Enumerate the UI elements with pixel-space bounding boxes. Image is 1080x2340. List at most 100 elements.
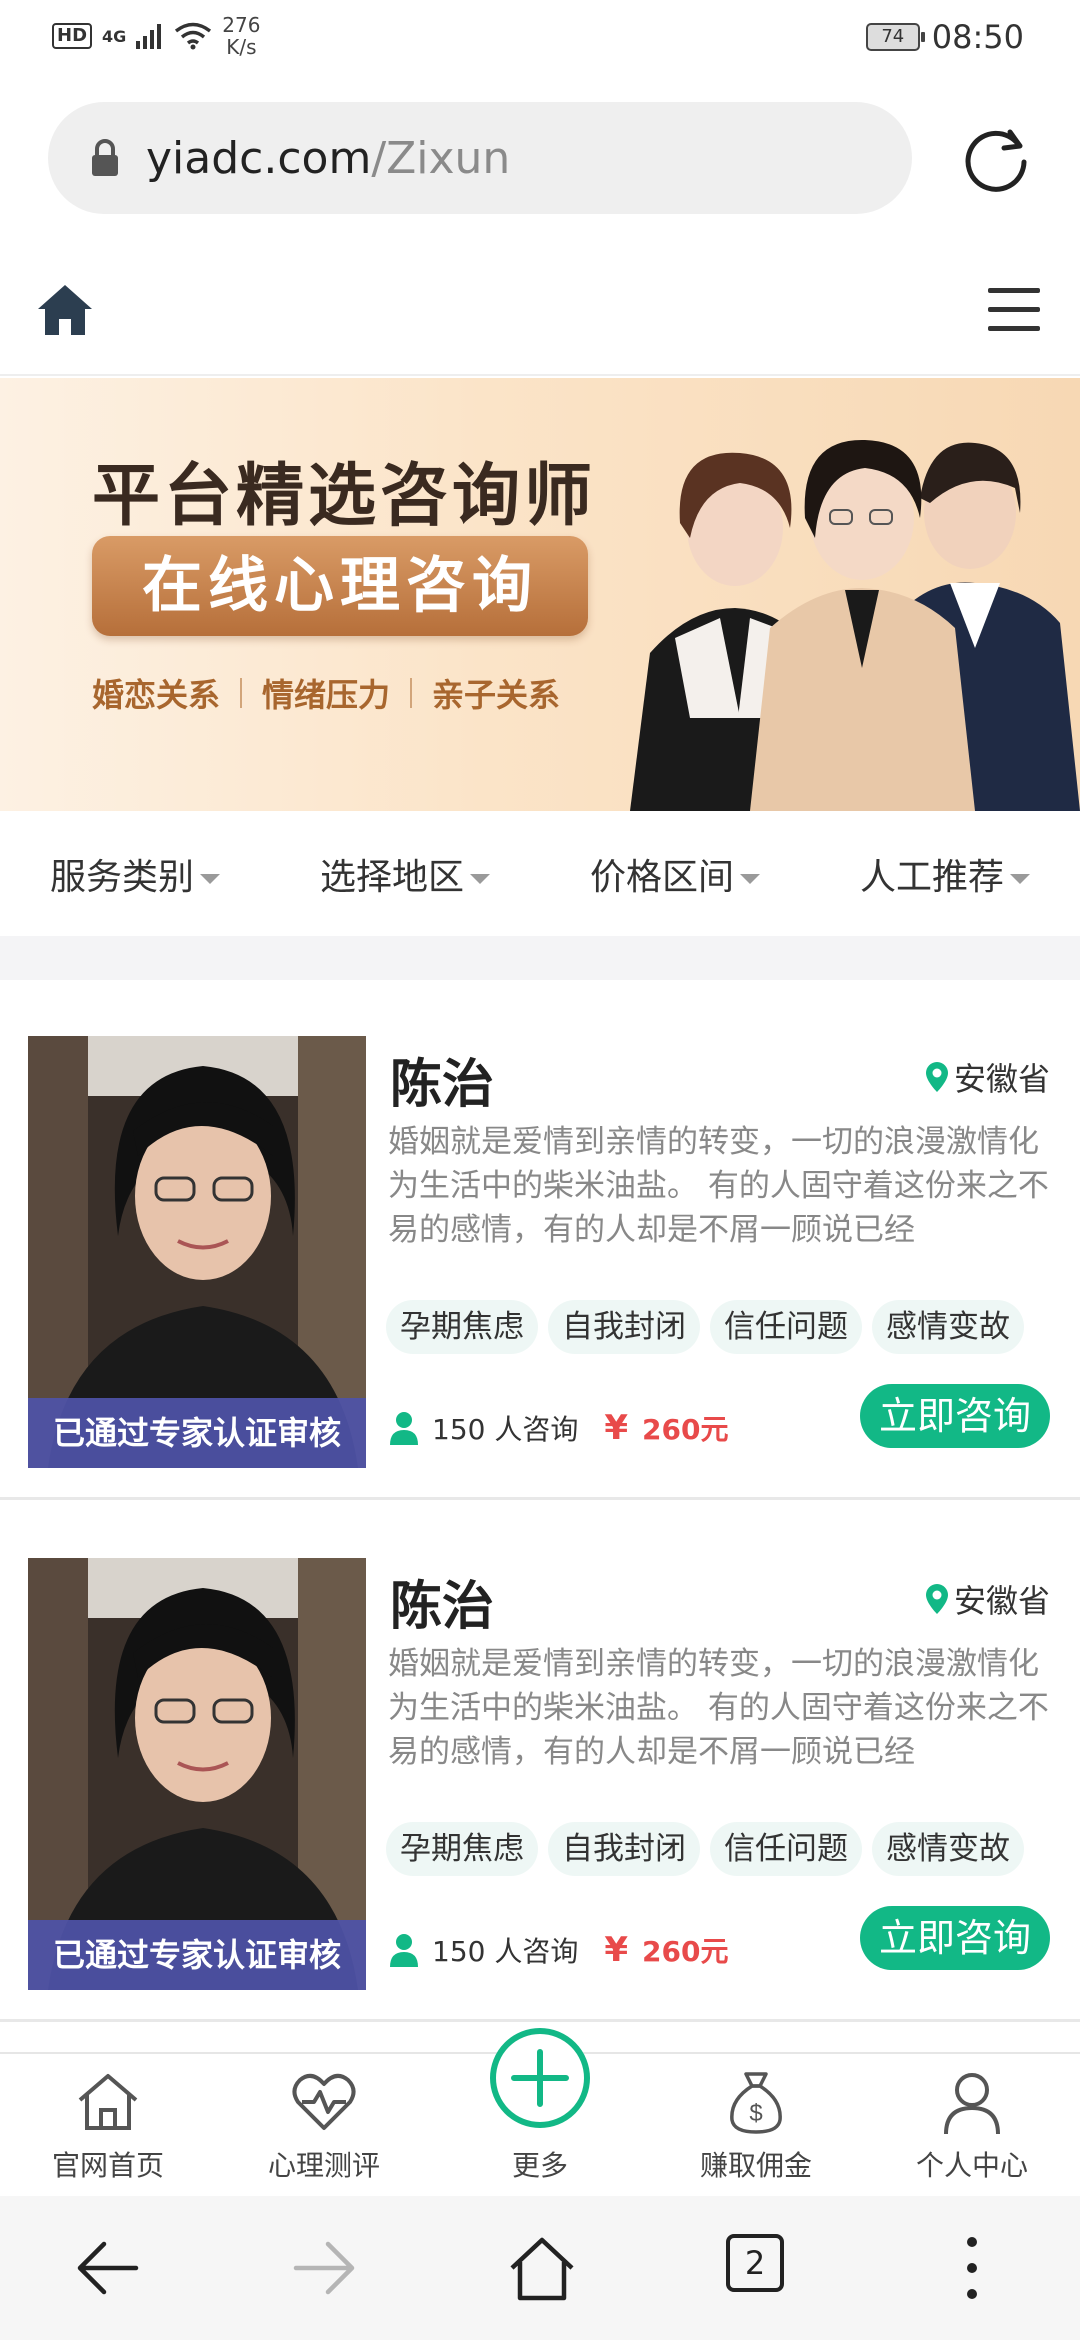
filter-region[interactable]: 选择地区 xyxy=(270,848,540,900)
url-text[interactable]: yiadc.com/Zixun xyxy=(146,133,510,184)
nav-label: 官网首页 xyxy=(51,2149,164,2182)
filter-recommend[interactable]: 人工推荐 xyxy=(810,848,1080,900)
caret-down-icon xyxy=(200,874,220,884)
home-icon[interactable] xyxy=(36,282,94,338)
network-label: 4G xyxy=(102,26,127,46)
counselor-card[interactable]: 已通过专家认证审核 陈治 安徽省 婚姻就是爱情到亲情的转变，一切的浪漫激情化为生… xyxy=(0,1502,1080,2022)
specialty-tag[interactable]: 孕期焦虑 xyxy=(386,1822,538,1876)
person-icon xyxy=(390,1934,418,1967)
price: ¥260元 xyxy=(604,1408,728,1448)
reload-icon[interactable] xyxy=(960,122,1032,194)
more-plus-button[interactable] xyxy=(490,2028,590,2128)
banner-title: 平台精选咨询师 xyxy=(92,456,597,536)
wifi-icon xyxy=(175,22,212,50)
location-text: 安徽省 xyxy=(953,1582,1050,1620)
filter-service-category[interactable]: 服务类别 xyxy=(0,848,270,900)
tag-list: 孕期焦虑 自我封闭 信任问题 感情变故 xyxy=(386,1822,1054,1884)
nav-label: 赚取佣金 xyxy=(699,2149,812,2182)
status-right: 74 08:50 xyxy=(865,18,1024,56)
forward-button[interactable] xyxy=(216,2196,432,2340)
specialty-tag[interactable]: 孕期焦虑 xyxy=(386,1300,538,1354)
nav-home[interactable]: 官网首页 xyxy=(0,2054,216,2196)
url-path: /Zixun xyxy=(371,132,511,184)
battery-indicator: 74 xyxy=(865,23,925,51)
address-bar[interactable]: yiadc.com/Zixun xyxy=(48,102,912,214)
counselor-description: 婚姻就是爱情到亲情的转变，一切的浪漫激情化为生活中的柴米油盐。 有的人固守着这份… xyxy=(388,1646,1049,1770)
browser-home-button[interactable] xyxy=(432,2196,648,2340)
caret-down-icon xyxy=(1010,874,1030,884)
home-outline-icon xyxy=(78,2074,138,2130)
filter-bar: 服务类别 选择地区 价格区间 人工推荐 xyxy=(0,812,1080,936)
tabs-button[interactable]: 2 xyxy=(648,2196,864,2340)
promo-banner[interactable]: 平台精选咨询师 在线心理咨询 婚恋关系 情绪压力 亲子关系 xyxy=(0,378,1080,811)
counselor-card[interactable]: 已通过专家认证审核 陈治 安徽省 婚姻就是爱情到亲情的转变，一切的浪漫激情化为生… xyxy=(0,980,1080,1500)
arrow-left-icon xyxy=(77,2241,139,2295)
specialty-tag[interactable]: 自我封闭 xyxy=(548,1822,700,1876)
banner-tag: 亲子关系 xyxy=(432,676,561,714)
heart-pulse-icon xyxy=(292,2073,356,2130)
arrow-right-icon xyxy=(293,2241,355,2295)
clock: 08:50 xyxy=(931,18,1024,56)
counselor-name: 陈治 xyxy=(390,1055,495,1115)
specialty-tag[interactable]: 感情变故 xyxy=(872,1300,1024,1354)
location-pin-icon xyxy=(925,1062,948,1092)
banner-tags: 婚恋关系 情绪压力 亲子关系 xyxy=(92,670,560,716)
location-pin-icon xyxy=(925,1584,948,1614)
specialty-tag[interactable]: 信任问题 xyxy=(710,1300,862,1354)
svg-text:$: $ xyxy=(749,2100,762,2127)
nav-label: 心理测评 xyxy=(267,2149,380,2182)
speed-unit: K/s xyxy=(226,35,257,59)
nav-profile[interactable]: 个人中心 xyxy=(864,2054,1080,2196)
counselor-photo[interactable]: 已通过专家认证审核 xyxy=(28,1036,366,1468)
counselor-photo[interactable]: 已通过专家认证审核 xyxy=(28,1558,366,1990)
counselor-name: 陈治 xyxy=(390,1577,495,1637)
specialty-tag[interactable]: 感情变故 xyxy=(872,1822,1024,1876)
specialty-tag[interactable]: 自我封闭 xyxy=(548,1300,700,1354)
card-stats: 150 人咨询 ¥260元 xyxy=(388,1930,728,1970)
caret-down-icon xyxy=(740,874,760,884)
price: ¥260元 xyxy=(604,1930,728,1970)
location-text: 安徽省 xyxy=(953,1060,1050,1098)
yen-icon: ¥ xyxy=(604,1408,629,1448)
signal-icon xyxy=(136,24,162,49)
menu-icon[interactable] xyxy=(988,288,1040,334)
counselor-location: 安徽省 xyxy=(925,1054,1050,1100)
site-header xyxy=(0,250,1080,376)
counselors-photo xyxy=(630,439,1080,811)
consult-count: 150 人咨询 xyxy=(432,1413,579,1446)
filter-label: 服务类别 xyxy=(49,857,194,898)
yen-icon: ¥ xyxy=(604,1930,629,1970)
plus-icon xyxy=(511,2049,569,2107)
consult-now-button[interactable]: 立即咨询 xyxy=(860,1906,1050,1970)
speed-value: 276 xyxy=(222,13,261,37)
network-speed: 276 K/s xyxy=(222,14,260,58)
caret-down-icon xyxy=(470,874,490,884)
filter-label: 人工推荐 xyxy=(859,857,1004,898)
home-outline-icon xyxy=(510,2237,574,2301)
section-divider xyxy=(0,936,1080,980)
browser-toolbar: 2 xyxy=(0,2196,1080,2340)
tab-count: 2 xyxy=(726,2234,784,2292)
nav-earn-commission[interactable]: $ 赚取佣金 xyxy=(648,2054,864,2196)
user-icon xyxy=(944,2073,1000,2135)
specialty-tag[interactable]: 信任问题 xyxy=(710,1822,862,1876)
status-bar: HD 4G 276 K/s 74 08:50 xyxy=(0,0,1080,76)
more-vertical-icon xyxy=(967,2237,977,2299)
hd-indicator: HD xyxy=(52,23,93,49)
back-button[interactable] xyxy=(0,2196,216,2340)
verified-badge: 已通过专家认证审核 xyxy=(28,1920,366,1990)
lock-icon xyxy=(92,139,118,176)
consult-now-button[interactable]: 立即咨询 xyxy=(860,1384,1050,1448)
banner-tag: 婚恋关系 xyxy=(92,676,221,714)
counselor-location: 安徽省 xyxy=(925,1576,1050,1622)
browser-menu-button[interactable] xyxy=(864,2196,1080,2340)
nav-assessment[interactable]: 心理测评 xyxy=(216,2054,432,2196)
filter-price-range[interactable]: 价格区间 xyxy=(540,848,810,900)
counselor-description: 婚姻就是爱情到亲情的转变，一切的浪漫激情化为生活中的柴米油盐。 有的人固守着这份… xyxy=(388,1124,1049,1248)
nav-label: 更多 xyxy=(511,2149,568,2182)
price-value: 260元 xyxy=(642,1413,729,1446)
price-value: 260元 xyxy=(642,1935,729,1968)
url-domain: yiadc.com xyxy=(146,132,372,184)
money-bag-icon: $ xyxy=(730,2072,782,2134)
filter-label: 价格区间 xyxy=(589,857,734,898)
